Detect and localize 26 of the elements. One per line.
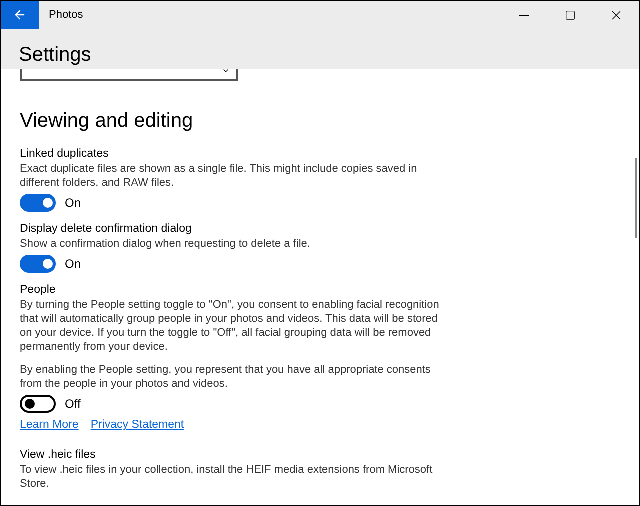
back-button[interactable] xyxy=(1,1,39,29)
setting-label: Linked duplicates xyxy=(20,147,110,162)
section-heading: Viewing and editing xyxy=(20,109,194,133)
link[interactable]: Learn More xyxy=(20,417,79,434)
toggle-state-label: Off xyxy=(65,396,81,413)
toggle-switch[interactable] xyxy=(20,395,56,413)
scrollbar-thumb[interactable] xyxy=(635,158,637,238)
page-title: Settings xyxy=(19,43,92,67)
setting-description: To view .heic files in your collection, install the HEIF media extensions from Microsoft Store. xyxy=(20,463,434,492)
toggle-state-label: On xyxy=(65,195,82,212)
toggle-switch[interactable] xyxy=(20,255,56,273)
setting-label: People xyxy=(20,283,57,298)
dropdown-field[interactable] xyxy=(20,69,238,81)
maximize-icon xyxy=(564,10,576,20)
toggle-state-label: On xyxy=(65,256,82,273)
window-title: Photos xyxy=(49,8,84,23)
chevron-icon xyxy=(222,67,230,75)
setting-label: Display delete confirmation dialog xyxy=(20,222,193,237)
link[interactable]: Privacy Statement xyxy=(90,417,184,434)
setting-description: By enabling the People setting, you represent that you have all appropriate consents from the people in your photos and videos. xyxy=(20,363,432,391)
minimize-icon xyxy=(519,14,529,16)
setting-description: Show a confirmation dialog when requesting to delete a file. xyxy=(20,237,312,251)
setting-description: Exact duplicate files are shown as a single file. This might include copies saved in different folders, and RAW files. xyxy=(20,162,418,190)
setting-label: View .heic files xyxy=(20,448,97,464)
toggle-switch[interactable] xyxy=(20,194,56,212)
setting-description: By turning the People setting toggle to "On", you consent to enabling facial recognition that will automatically group people in your photos and videos. This data will be stored on your device. If you turn the toggle to "Off", all facial grouping data will be removed permanently from your device. xyxy=(20,298,440,354)
